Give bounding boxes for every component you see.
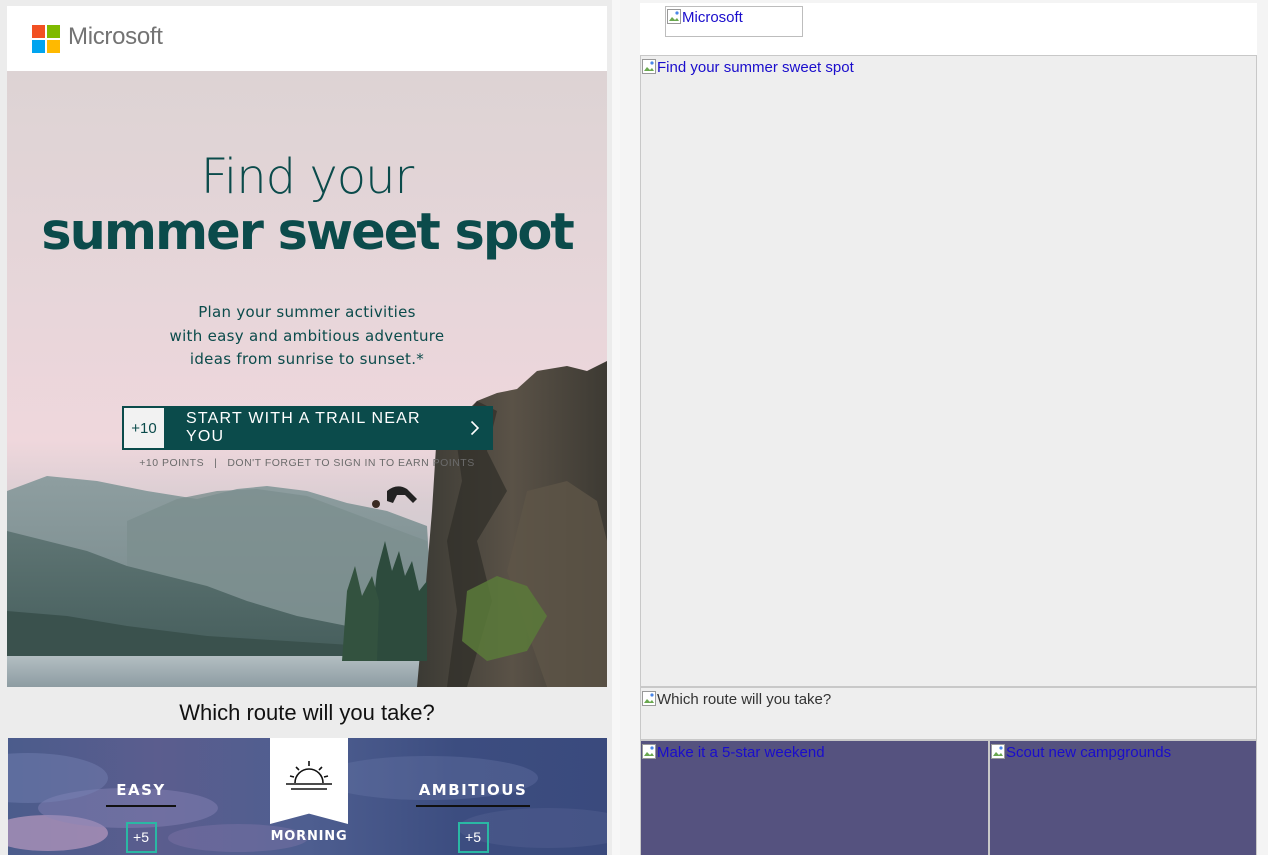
hero-title-line1: Find your — [200, 149, 415, 205]
ambitious-route-option[interactable]: AMBITIOUS +5 — [416, 781, 530, 853]
route-alt-text: Which route will you take? — [657, 691, 832, 708]
broken-image-icon — [991, 744, 1005, 759]
morning-label: MORNING — [270, 829, 348, 844]
email-header: Microsoft — [7, 6, 607, 71]
broken-image-icon — [642, 691, 656, 706]
hero-alt-text: Find your summer sweet spot — [657, 59, 854, 76]
broken-image-icon — [667, 9, 681, 24]
hero-title-line2: summer sweet spot — [41, 203, 575, 262]
hero-image-placeholder[interactable]: Find your summer sweet spot — [640, 55, 1257, 687]
points-note: +10 POINTS | DON'T FORGET TO SIGN IN TO EA… — [7, 457, 607, 469]
hero-banner[interactable]: Find your summer sweet spot Plan your su… — [7, 71, 607, 687]
microsoft-wordmark[interactable]: Microsoft — [68, 23, 163, 51]
easy-points-badge: +5 — [125, 822, 157, 853]
ambitious-route-label: AMBITIOUS — [416, 781, 530, 807]
cta-label: START WITH A TRAIL NEAR YOU — [186, 410, 421, 445]
chevron-right-icon — [457, 406, 493, 450]
hero-description: Plan your summer activities with easy an… — [7, 301, 607, 372]
morning-banner[interactable] — [270, 738, 348, 824]
logo-square-yellow — [47, 40, 60, 53]
logo-square-green — [47, 25, 60, 38]
weekend-alt-text: Make it a 5-star weekend — [657, 744, 825, 761]
easy-route-label: EASY — [106, 781, 176, 807]
hero-description-line: Plan your summer activities — [198, 303, 416, 321]
broken-image-icon — [642, 744, 656, 759]
campgrounds-alt-text: Scout new campgrounds — [1006, 744, 1172, 761]
broken-image-icon — [642, 59, 656, 74]
ambitious-points-badge: +5 — [457, 822, 489, 853]
microsoft-logo-icon[interactable] — [32, 25, 61, 54]
logo-image-placeholder[interactable]: Microsoft — [665, 6, 803, 37]
sunrise-icon — [286, 761, 332, 790]
email-images-off-view: Microsoft Find your summer sweet spot Wh… — [620, 0, 1268, 855]
route-selector: MORNING EASY +5 AMBITIOUS +5 — [8, 738, 607, 855]
start-trail-button[interactable]: +10 START WITH A TRAIL NEAR YOU — [122, 406, 493, 450]
hero-description-line: ideas from sunrise to sunset.* — [189, 350, 425, 368]
easy-route-option[interactable]: EASY +5 — [106, 781, 176, 853]
logo-square-blue — [32, 40, 45, 53]
campgrounds-image-placeholder[interactable]: Scout new campgrounds — [989, 740, 1257, 855]
route-heading: Which route will you take? — [7, 687, 607, 738]
logo-square-red — [32, 25, 45, 38]
points-note-amount: +10 POINTS — [139, 457, 205, 469]
email-rendered-view: Microsoft Find your summer sweet spot Pl… — [7, 6, 607, 855]
weekend-image-placeholder[interactable]: Make it a 5-star weekend — [640, 740, 989, 855]
hero-description-line: with easy and ambitious adventure — [169, 326, 445, 345]
view-divider — [612, 0, 620, 855]
points-note-separator: | — [214, 457, 218, 469]
logo-alt-text: Microsoft — [682, 9, 743, 26]
route-image-placeholder: Which route will you take? — [640, 687, 1257, 740]
cta-points-badge: +10 — [122, 406, 166, 450]
points-note-text: DON'T FORGET TO SIGN IN TO EARN POINTS — [227, 457, 475, 469]
